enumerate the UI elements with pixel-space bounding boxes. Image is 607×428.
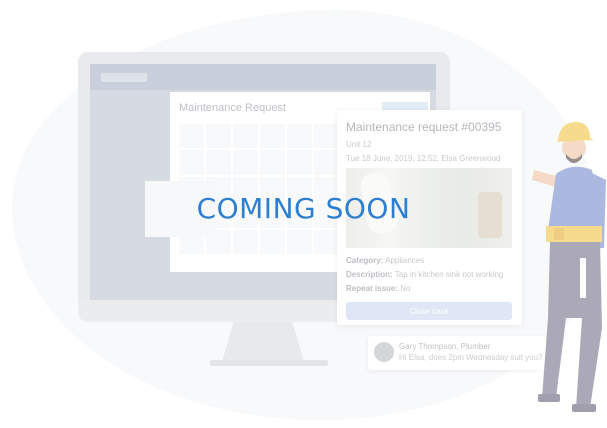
coming-soon-label: COMING SOON xyxy=(196,192,411,225)
